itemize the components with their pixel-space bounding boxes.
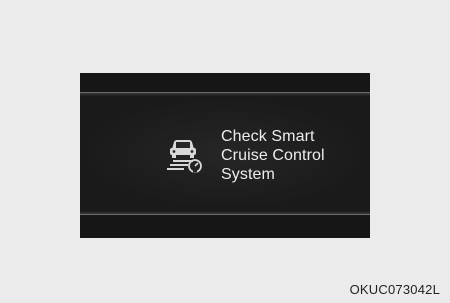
warning-message-line-1: Check Smart bbox=[221, 128, 315, 145]
cluster-display: Check Smart Cruise Control System bbox=[80, 73, 370, 238]
warning-message-line-2: Cruise Control bbox=[221, 147, 325, 164]
warning-message-line-3: System bbox=[221, 166, 275, 183]
smart-cruise-control-icon bbox=[164, 136, 204, 174]
warning-panel: Check Smart Cruise Control System bbox=[80, 96, 370, 211]
figure-code: OKUC073042L bbox=[349, 282, 440, 297]
display-top-band bbox=[80, 73, 370, 96]
display-bottom-band bbox=[80, 211, 370, 238]
warning-message: Check Smart Cruise Control System bbox=[221, 127, 361, 184]
